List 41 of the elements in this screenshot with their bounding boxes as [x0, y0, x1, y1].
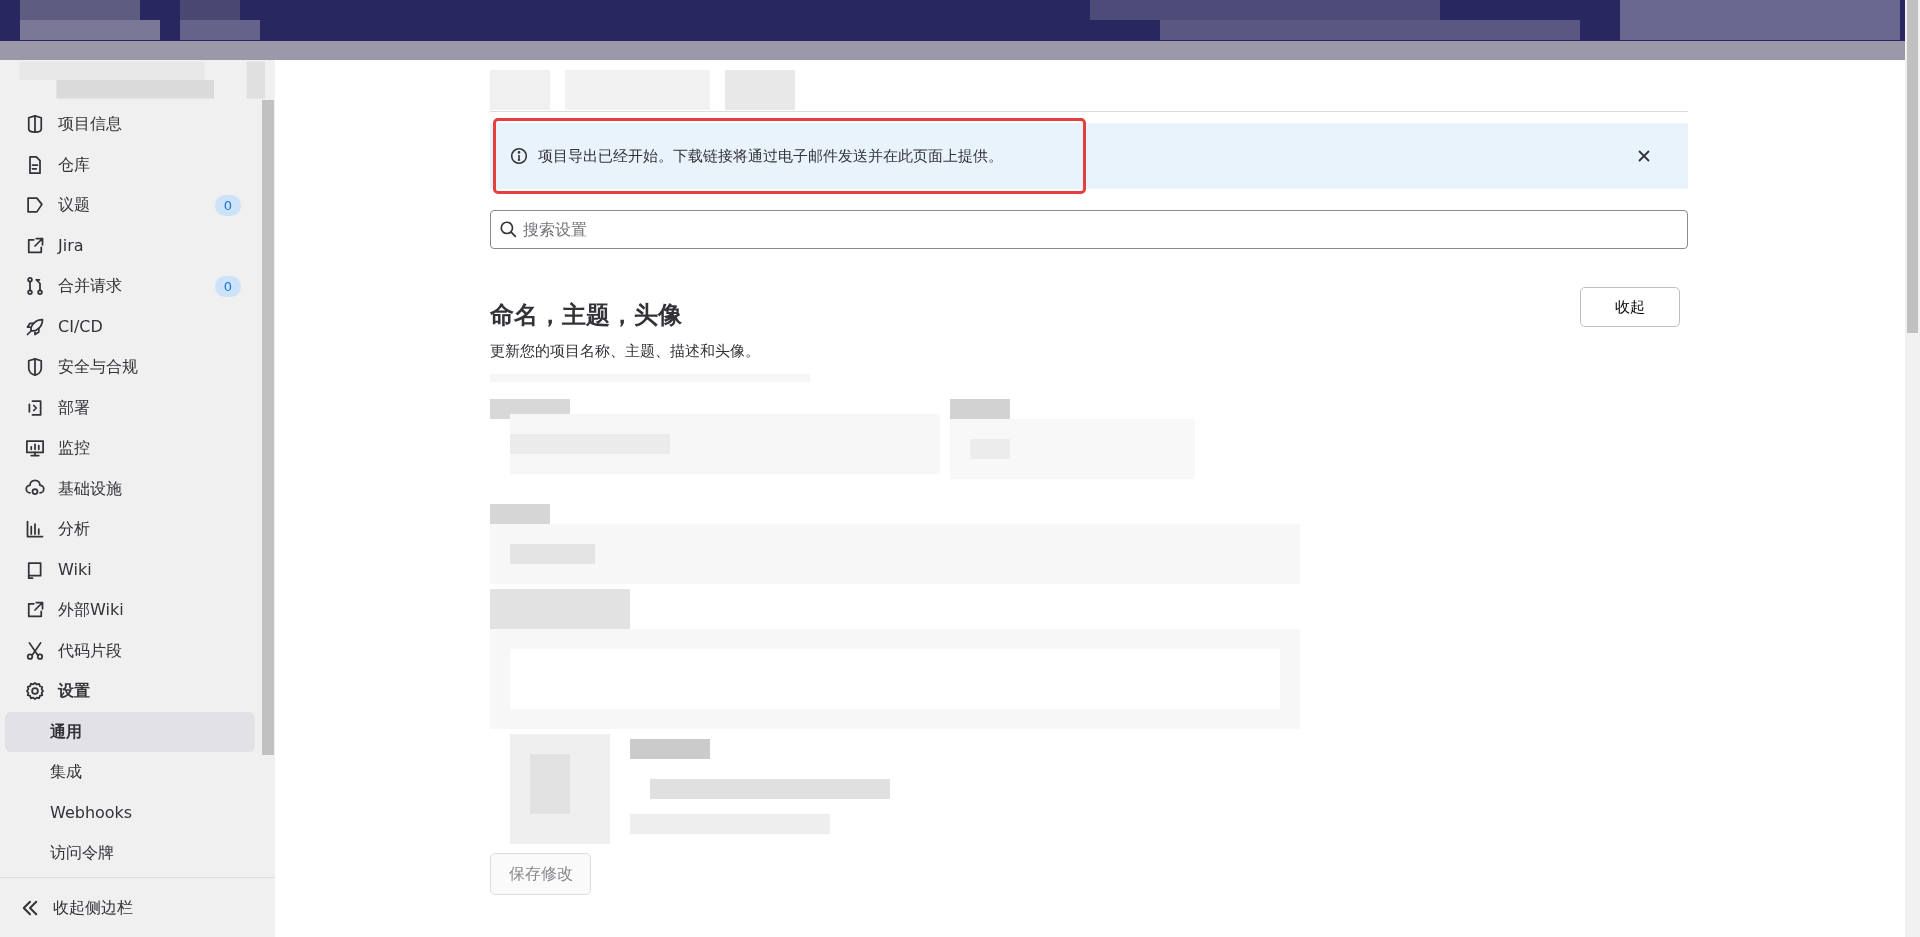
scissors-icon	[25, 640, 45, 661]
sidebar-item[interactable]: 项目信息	[5, 104, 255, 145]
sub-menu-item[interactable]: Webhooks	[5, 792, 255, 833]
count-badge: 0	[214, 194, 241, 216]
sidebar-item[interactable]: 仓库	[5, 144, 255, 185]
sidebar-item[interactable]: Wiki	[5, 549, 255, 590]
monitor-icon	[25, 438, 45, 459]
sidebar-item[interactable]: Jira	[5, 225, 255, 266]
close-icon	[1636, 148, 1652, 164]
rocket-icon	[25, 316, 45, 337]
sidebar-item[interactable]: 代码片段	[5, 630, 255, 671]
collapse-button[interactable]: 收起	[1580, 287, 1680, 327]
merge-request-icon	[25, 276, 45, 297]
sub-menu-item[interactable]: 访问令牌	[5, 833, 255, 874]
settings-icon	[25, 681, 45, 702]
external-link-icon	[25, 235, 45, 256]
sidebar-item[interactable]: 外部Wiki	[5, 590, 255, 631]
book-icon	[25, 559, 45, 580]
sidebar-item[interactable]: 议题 0	[5, 185, 255, 226]
sidebar-item[interactable]: 设置	[5, 671, 255, 712]
page-scrollbar[interactable]	[1905, 0, 1920, 937]
shield-half-icon	[25, 114, 45, 135]
shield-icon	[25, 357, 45, 378]
issue-icon	[25, 195, 45, 216]
search-icon	[499, 220, 517, 238]
alert-message: 项目导出已经开始。下载链接将通过电子邮件发送并在此页面上提供。	[538, 145, 1003, 167]
sidebar-item[interactable]: 分析	[5, 509, 255, 550]
sidebar-item[interactable]: 合并请求 0	[5, 266, 255, 307]
count-badge: 0	[214, 275, 241, 297]
bar-chart-icon	[25, 519, 45, 540]
sidebar-item[interactable]: 基础设施	[5, 468, 255, 509]
section-description: 更新您的项目名称、主题、描述和头像。	[490, 340, 761, 362]
sidebar-item[interactable]: 安全与合规	[5, 347, 255, 388]
section-title: 命名，主题，头像	[490, 301, 682, 330]
sub-menu-item[interactable]: 集成	[5, 752, 255, 793]
search-field[interactable]: 搜索设置	[490, 210, 1688, 249]
info-icon	[510, 147, 528, 165]
sidebar-item[interactable]: CI/CD	[5, 306, 255, 347]
sub-menu-item[interactable]: 通用	[5, 711, 255, 752]
sidebar-item[interactable]: 监控	[5, 428, 255, 469]
sidebar-item[interactable]: 部署	[5, 387, 255, 428]
